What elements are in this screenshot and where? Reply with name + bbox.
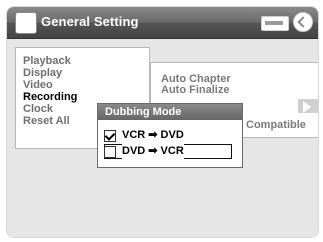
- sidebar-item-playback[interactable]: Playback: [16, 55, 149, 67]
- return-icon[interactable]: [293, 12, 313, 32]
- wrench-icon: [15, 12, 37, 34]
- popup-option-dvd-to-vcr[interactable]: DVD ➡ VCR: [104, 144, 232, 159]
- window-title: General Setting: [41, 14, 139, 29]
- dubbing-mode-popup: Dubbing Mode VCR ➡ DVD DVD ➡ VCR: [97, 103, 243, 168]
- popup-option-vcr-to-dvd[interactable]: VCR ➡ DVD: [104, 128, 232, 143]
- disc-icon: [261, 16, 289, 31]
- sidebar-item-display[interactable]: Display: [16, 67, 149, 79]
- sidebar-item-video[interactable]: Video: [16, 79, 149, 91]
- sidebar-item-recording[interactable]: Recording: [16, 91, 149, 103]
- settings-content: Playback Display Video Recording Clock R…: [7, 39, 318, 237]
- chevron-right-icon: [303, 101, 311, 113]
- checkbox-icon[interactable]: [104, 146, 116, 158]
- subpanel-item-compatible[interactable]: Compatible: [246, 119, 306, 131]
- popup-option-label: DVD ➡ VCR: [122, 144, 184, 159]
- title-bar: General Setting: [7, 7, 318, 39]
- popup-option-label: VCR ➡ DVD: [122, 129, 184, 141]
- settings-window: General Setting Playback Display Video R…: [6, 6, 319, 238]
- checkbox-icon[interactable]: [104, 130, 116, 142]
- popup-title: Dubbing Mode: [98, 104, 242, 120]
- subpanel-item-auto-finalize[interactable]: Auto Finalize: [161, 84, 229, 96]
